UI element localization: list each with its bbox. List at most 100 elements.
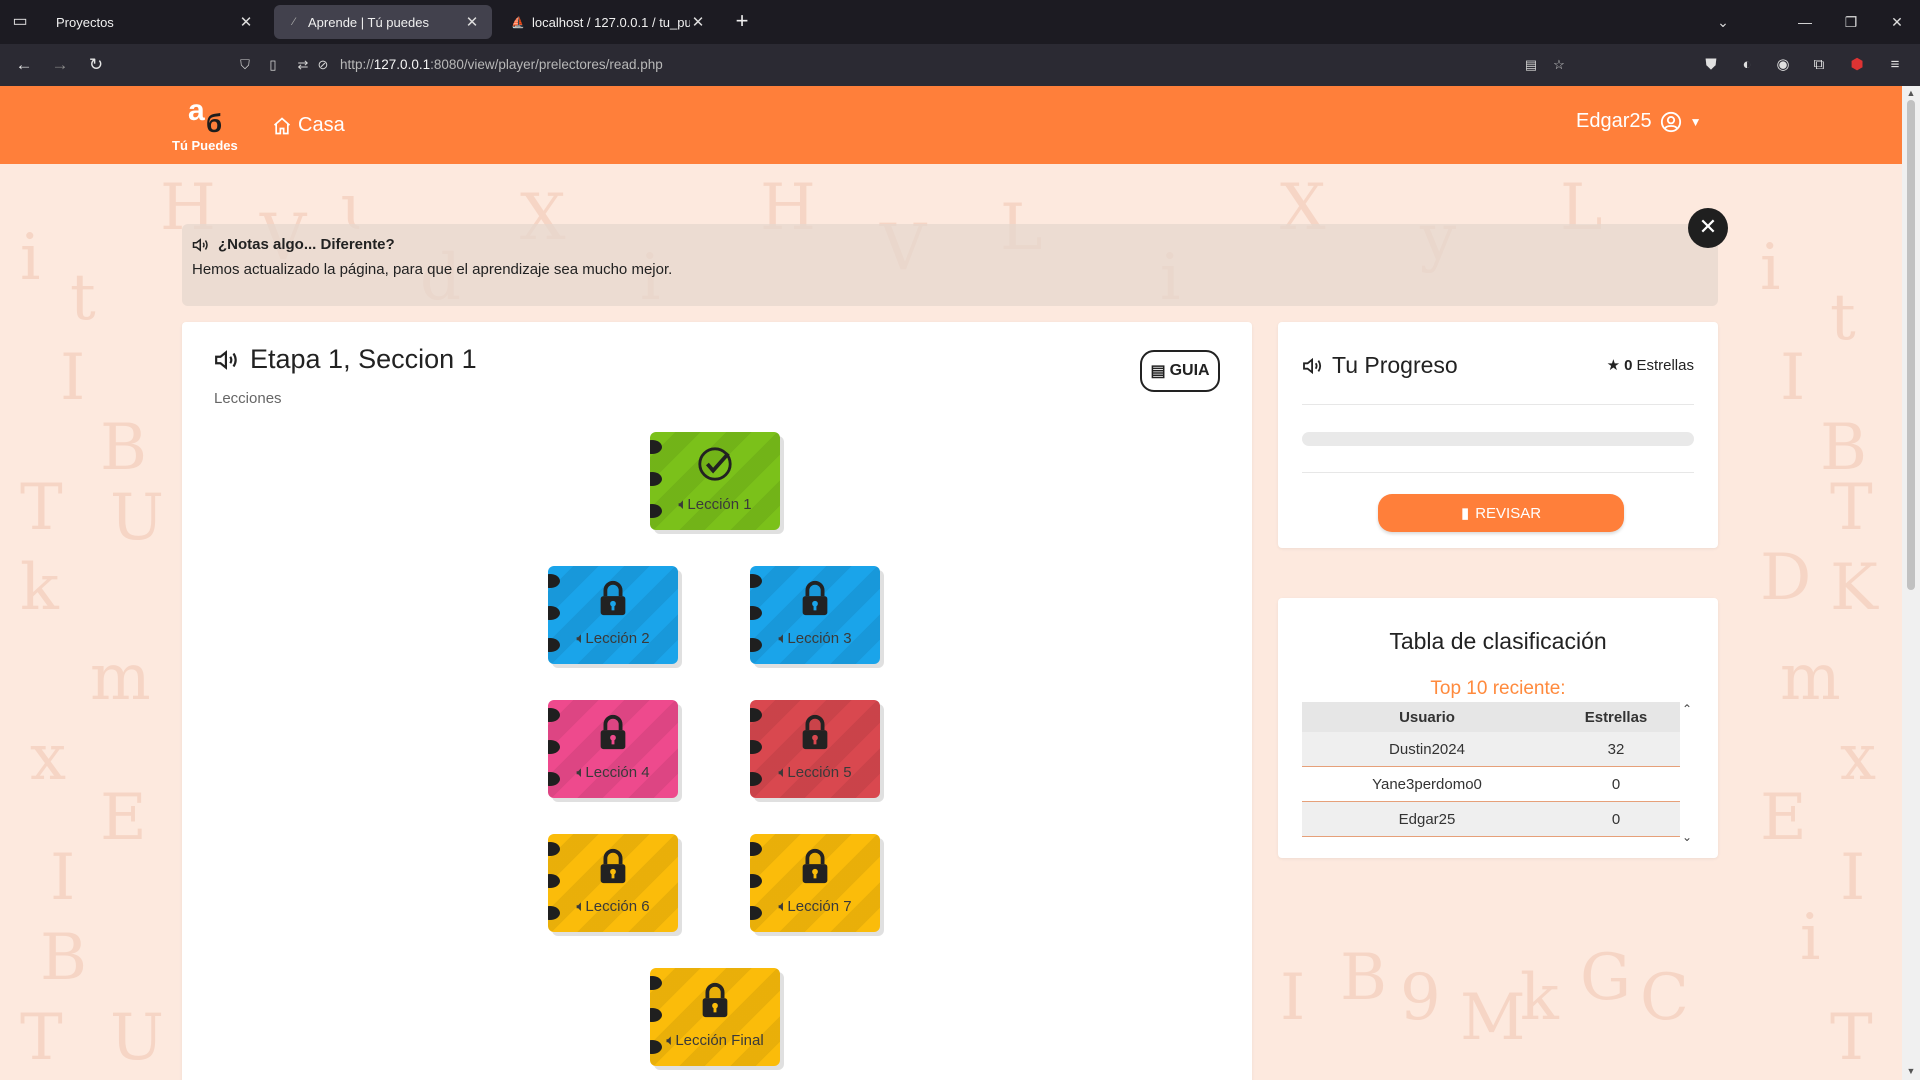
scrollbar-thumb[interactable] xyxy=(1907,100,1915,590)
browser-tab-bar: ▭ Proyectos ✕ ⁄ Aprende | Tú puedes ✕ ⛵ … xyxy=(0,0,1920,44)
speaker-icon[interactable] xyxy=(214,349,240,371)
back-arrow-icon[interactable]: ← xyxy=(12,53,36,77)
notice-title-row: ¿Notas algo... Diferente? xyxy=(192,236,1708,253)
page-info-icon[interactable]: ▯ xyxy=(264,56,282,74)
restore-window-button[interactable]: ❐ xyxy=(1836,10,1866,34)
close-tab-icon[interactable]: ✕ xyxy=(464,13,480,31)
sync-icon[interactable]: ◐ xyxy=(1736,54,1758,76)
tracking-blocked-icon[interactable]: ⊘ xyxy=(314,56,332,74)
extensions-icon[interactable]: ⧉ xyxy=(1808,54,1830,76)
lesson-label: 🔈︎Lección 3 xyxy=(750,630,880,647)
star-icon: ★ xyxy=(1606,357,1621,374)
tab-proyectos[interactable]: Proyectos ✕ xyxy=(44,5,266,39)
username: Edgar25 xyxy=(1576,110,1652,132)
lesson-tile-3[interactable]: 🔈︎Lección 3 xyxy=(750,566,880,664)
check-circle-icon xyxy=(698,447,732,481)
page-scrollbar[interactable]: ▲ ▼ xyxy=(1902,86,1920,1080)
minimize-window-button[interactable]: — xyxy=(1790,10,1820,34)
lesson-label: 🔈︎Lección 6 xyxy=(548,898,678,915)
pocket-icon[interactable]: ⛊ xyxy=(1700,54,1722,76)
ublock-icon[interactable]: ⬢ xyxy=(1846,54,1868,76)
user-circle-icon xyxy=(1660,111,1681,132)
progress-card: Tu Progreso ★ 0 Estrellas ▮ REVISAR xyxy=(1278,322,1718,548)
url-bar[interactable]: ⛉ ▯ ⇄ ⊘ http://127.0.0.1:8080/view/playe… xyxy=(232,50,1582,80)
lesson-label: 🔈︎Lección 1 xyxy=(650,496,780,513)
reload-icon[interactable]: ↻ xyxy=(84,53,108,77)
close-window-button[interactable]: ✕ xyxy=(1882,10,1912,34)
forward-arrow-icon[interactable]: → xyxy=(48,53,72,77)
home-link[interactable]: Casa xyxy=(272,114,345,137)
shield-icon[interactable]: ⛉ xyxy=(236,56,254,74)
tu-puedes-logo[interactable]: a б Tú Puedes xyxy=(172,94,248,156)
leaderboard-subtitle: Top 10 reciente: xyxy=(1430,678,1566,699)
speaker-icon[interactable]: 🔈︎ xyxy=(666,1032,675,1049)
home-icon xyxy=(273,116,291,134)
lesson-label-text: Lección 7 xyxy=(787,898,852,915)
tab-phpmyadmin[interactable]: ⛵ localhost / 127.0.0.1 / tu_puede ✕ xyxy=(498,5,718,39)
lesson-tile-8[interactable]: 🔈︎Lección Final xyxy=(650,968,780,1066)
url-path: :8080/view/player/prelectores/read.php xyxy=(430,57,663,72)
tab-aprende[interactable]: ⁄ Aprende | Tú puedes ✕ xyxy=(274,5,492,39)
speaker-icon[interactable] xyxy=(1302,357,1324,375)
table-row: Dustin2024 32 xyxy=(1302,732,1680,767)
leaderboard-table[interactable]: Usuario Estrellas Dustin2024 32 Yane3per… xyxy=(1302,702,1680,837)
lesson-tile-1[interactable]: 🔈︎Lección 1 xyxy=(650,432,780,530)
url-text[interactable]: http://127.0.0.1:8080/view/player/prelec… xyxy=(340,57,663,72)
hamburger-menu-icon[interactable]: ≡ xyxy=(1884,54,1906,76)
lesson-tile-5[interactable]: 🔈︎Lección 5 xyxy=(750,700,880,798)
url-host: 127.0.0.1 xyxy=(373,57,431,72)
lessons-title: Etapa 1, Seccion 1 xyxy=(250,344,477,374)
bookmark-star-icon[interactable]: ☆ xyxy=(1550,56,1568,74)
table-scroll-up-icon[interactable]: ⌃ xyxy=(1682,702,1692,716)
lesson-label-text: Lección 6 xyxy=(585,898,650,915)
leaderboard-title: Tabla de clasificación xyxy=(1389,628,1607,654)
scroll-up-arrow-icon[interactable]: ▲ xyxy=(1905,88,1917,100)
table-row: Edgar25 0 xyxy=(1302,802,1680,837)
permissions-icon[interactable]: ⇄ xyxy=(294,56,312,74)
tab-title: Proyectos xyxy=(56,14,114,30)
list-tabs-chevron-icon[interactable]: ⌄ xyxy=(1708,10,1738,34)
stars-value: 0 xyxy=(1624,356,1633,374)
user-menu-dropdown[interactable]: Edgar25 ▼ xyxy=(1576,110,1702,133)
page-favicon-icon: ⁄ xyxy=(293,16,295,28)
lesson-label: 🔈︎Lección 4 xyxy=(548,764,678,781)
lesson-label-text: Lección 3 xyxy=(787,630,852,647)
tab-title: Aprende | Tú puedes xyxy=(308,14,429,30)
lesson-tile-4[interactable]: 🔈︎Lección 4 xyxy=(548,700,678,798)
scroll-down-arrow-icon[interactable]: ▼ xyxy=(1905,1066,1917,1078)
cell-stars: 32 xyxy=(1607,740,1625,758)
divider xyxy=(1302,472,1694,473)
close-tab-icon[interactable]: ✕ xyxy=(238,13,254,31)
reader-view-icon[interactable]: ▤ xyxy=(1522,56,1540,74)
close-notice-button[interactable]: ✕ xyxy=(1688,208,1728,248)
progress-bar xyxy=(1302,432,1694,446)
guide-button[interactable]: ▤ GUIA xyxy=(1140,350,1220,392)
lock-icon xyxy=(600,714,626,750)
lock-icon xyxy=(802,714,828,750)
tab-title: localhost / 127.0.0.1 / tu_puede xyxy=(532,14,690,30)
app-header: a б Tú Puedes Casa Edgar25 ▼ xyxy=(0,86,1902,164)
notice-body: Hemos actualizado la página, para que el… xyxy=(192,261,673,278)
lock-icon xyxy=(600,848,626,884)
close-tab-icon[interactable]: ✕ xyxy=(690,13,706,31)
progress-title: Tu Progreso xyxy=(1332,352,1458,378)
lock-icon xyxy=(702,982,728,1018)
speaker-icon[interactable] xyxy=(192,237,210,253)
cell-stars: 0 xyxy=(1611,775,1621,793)
cell-user: Dustin2024 xyxy=(1389,740,1465,758)
lock-icon xyxy=(802,580,828,616)
lesson-tile-7[interactable]: 🔈︎Lección 7 xyxy=(750,834,880,932)
browser-nav-bar: ← → ↻ ⛉ ▯ ⇄ ⊘ http://127.0.0.1:8080/view… xyxy=(0,44,1920,86)
lesson-label-text: Lección 4 xyxy=(585,764,650,781)
account-icon[interactable]: ◉ xyxy=(1772,54,1794,76)
tab-overview-icon[interactable]: ▭ xyxy=(10,12,30,32)
table-scroll-down-icon[interactable]: ⌄ xyxy=(1682,830,1692,844)
lesson-label-text: Lección 5 xyxy=(787,764,852,781)
new-tab-button[interactable]: + xyxy=(730,10,754,34)
page-viewport: i t H V ɩ d X i H V L i X y L i t I B T … xyxy=(0,86,1902,1080)
lessons-card: Etapa 1, Seccion 1 Lecciones ▤ GUIA 🔈︎Le… xyxy=(182,322,1252,1080)
lesson-tile-2[interactable]: 🔈︎Lección 2 xyxy=(548,566,678,664)
logo-letter-b: б xyxy=(206,108,223,138)
review-button[interactable]: ▮ REVISAR xyxy=(1378,494,1624,532)
lesson-tile-6[interactable]: 🔈︎Lección 6 xyxy=(548,834,678,932)
